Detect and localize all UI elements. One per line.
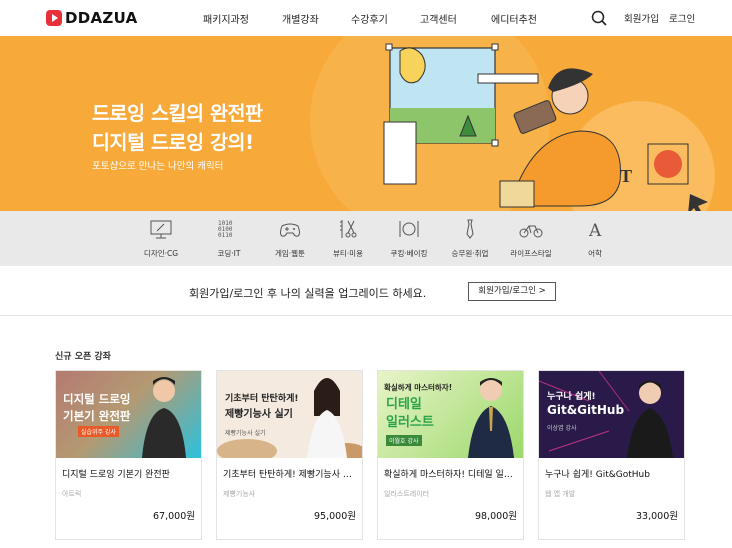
category-label: 라이프스타일 bbox=[510, 249, 552, 258]
category-coding-it[interactable]: 1010 0100 0110 코딩·IT bbox=[199, 211, 259, 266]
login-link[interactable]: 로그인 bbox=[669, 11, 695, 25]
gamepad-icon bbox=[280, 223, 300, 237]
nav-reviews[interactable]: 수강후기 bbox=[351, 11, 388, 26]
course-thumbnail: 디지털 드로잉 기본기 완전판 실습위주 강사 bbox=[56, 371, 201, 458]
login-prompt: 회원가입/로그인 후 나의 실력을 업그레이드 하세요. bbox=[0, 266, 732, 316]
course-price: 67,000원 bbox=[153, 511, 195, 522]
course-thumbnail: 누구나 쉽게! Git&GitHub 이상엽 강사 bbox=[539, 371, 684, 458]
nav-package[interactable]: 패키지과정 bbox=[203, 11, 249, 26]
thumb-title-line2: 디테일 bbox=[386, 397, 422, 412]
nav-customer-center[interactable]: 고객센터 bbox=[420, 11, 457, 26]
course-card[interactable]: 누구나 쉽게! Git&GitHub 이상엽 강사 누구나 쉽게! Git&Go… bbox=[538, 370, 685, 540]
course-card[interactable]: 디지털 드로잉 기본기 완전판 실습위주 강사 디지털 드로잉 기본기 완전판 … bbox=[55, 370, 202, 540]
banner-subtitle: 포토샵으로 만나는 나만의 캐릭터 bbox=[92, 161, 224, 172]
category-label: 디자인·CG bbox=[143, 249, 179, 258]
category-cooking[interactable]: 쿠킹·베이킹 bbox=[379, 211, 439, 266]
bicycle-icon bbox=[519, 225, 543, 238]
course-card[interactable]: 기초부터 탄탄하게! 제빵기능사 실기 제빵기능사 실기 기초부터 탄탄하게! … bbox=[216, 370, 363, 540]
thumb-title-line1: 기초부터 탄탄하게! bbox=[225, 394, 299, 404]
category-label: 어학 bbox=[588, 249, 602, 258]
course-card[interactable]: 확실하게 마스터하자! 디테일 일러스트 이월호 강사 확실하게 마스터하자! … bbox=[377, 370, 524, 540]
category-label: 게임·웹툰 bbox=[275, 249, 305, 258]
banner-title-line1: 드로잉 스킬의 완전판 bbox=[92, 102, 263, 125]
course-title[interactable]: 기초부터 탄탄하게! 제빵기능사 실기 bbox=[223, 467, 357, 480]
nav-single-course[interactable]: 개별강좌 bbox=[282, 11, 319, 26]
monitor-pen-icon bbox=[150, 220, 172, 239]
thumb-title-line1: 누구나 쉽게! bbox=[547, 392, 596, 402]
category-bar: 디자인·CG 1010 0100 0110 코딩·IT 게임·웹툰 뷰티·미용 쿠킹… bbox=[0, 211, 732, 266]
signup-login-button[interactable]: 회원가입/로그인 > bbox=[468, 282, 556, 301]
category-lifestyle[interactable]: 라이프스타일 bbox=[501, 211, 561, 266]
thumb-title-line2: 기본기 완전판 bbox=[63, 409, 131, 423]
course-instructor: 아트릭 bbox=[62, 490, 82, 498]
svg-text:0110: 0110 bbox=[218, 232, 233, 239]
category-label: 쿠킹·베이킹 bbox=[390, 249, 428, 258]
thumb-title-line2: Git&GitHub bbox=[547, 403, 625, 417]
scissors-comb-icon bbox=[340, 220, 357, 238]
play-logo-icon bbox=[46, 10, 62, 26]
course-title[interactable]: 디지털 드로잉 기본기 완전판 bbox=[62, 467, 196, 480]
category-label: 뷰티·미용 bbox=[333, 249, 363, 258]
course-instructor: 웹 앱 개발 bbox=[545, 490, 576, 498]
site-logo[interactable]: DDAZUA bbox=[46, 9, 138, 27]
course-price: 98,000원 bbox=[475, 511, 517, 522]
site-header: DDAZUA 패키지과정 개별강좌 수강후기 고객센터 에디터추천 회원가입 로… bbox=[0, 0, 732, 36]
banner-title-line2: 디지털 드로잉 강의! bbox=[92, 131, 254, 154]
category-beauty[interactable]: 뷰티·미용 bbox=[318, 211, 378, 266]
course-thumbnail: 확실하게 마스터하자! 디테일 일러스트 이월호 강사 bbox=[378, 371, 523, 458]
thumb-badge: 이월호 강사 bbox=[386, 435, 422, 446]
course-instructor: 제빵기능사 bbox=[223, 490, 256, 498]
course-price: 33,000원 bbox=[636, 511, 678, 522]
signup-link[interactable]: 회원가입 bbox=[624, 11, 659, 25]
binary-code-icon: 101001000110 bbox=[218, 220, 233, 239]
svg-text:A: A bbox=[588, 221, 602, 240]
thumb-title-line2: 제빵기능사 실기 bbox=[225, 409, 293, 420]
thumb-title-line1: 디지털 드로잉 bbox=[63, 392, 131, 406]
search-icon[interactable] bbox=[591, 10, 607, 26]
fork-plate-knife-icon bbox=[399, 221, 419, 237]
section-title: 신규 오픈 강좌 bbox=[55, 352, 111, 362]
course-instructor: 일러스트레이터 bbox=[384, 490, 430, 498]
nav-editor-pick[interactable]: 에디터추천 bbox=[491, 11, 537, 26]
category-game-webtoon[interactable]: 게임·웹툰 bbox=[260, 211, 320, 266]
thumb-badge: 이상엽 강사 bbox=[547, 425, 577, 432]
category-design-cg[interactable]: 디자인·CG bbox=[131, 211, 191, 266]
course-thumbnail: 기초부터 탄탄하게! 제빵기능사 실기 제빵기능사 실기 bbox=[217, 371, 362, 458]
thumb-badge: 실습위주 강사 bbox=[78, 426, 120, 437]
necktie-icon bbox=[466, 219, 474, 239]
category-label: 코딩·IT bbox=[217, 249, 241, 258]
category-career[interactable]: 승무원·취업 bbox=[440, 211, 500, 266]
hero-banner[interactable]: T 드로잉 스킬의 완전판 디지털 드로잉 강의! 포토샵으로 만나는 나만의 … bbox=[0, 36, 732, 211]
course-title[interactable]: 확실하게 마스터하자! 디테일 일러스트 bbox=[384, 467, 518, 480]
login-prompt-text: 회원가입/로그인 후 나의 실력을 업그레이드 하세요. bbox=[189, 287, 427, 300]
category-language[interactable]: A 어학 bbox=[565, 211, 625, 266]
course-price: 95,000원 bbox=[314, 511, 356, 522]
letter-a-icon: A bbox=[588, 221, 602, 240]
thumb-title-line3: 일러스트 bbox=[386, 415, 434, 430]
brand-name: DDAZUA bbox=[65, 9, 138, 27]
thumb-badge: 제빵기능사 실기 bbox=[225, 430, 266, 437]
svg-text:T: T bbox=[620, 166, 632, 186]
category-label: 승무원·취업 bbox=[451, 249, 489, 258]
thumb-title-line1: 확실하게 마스터하자! bbox=[384, 383, 453, 392]
course-title[interactable]: 누구나 쉽게! Git&GotHub bbox=[545, 467, 679, 480]
